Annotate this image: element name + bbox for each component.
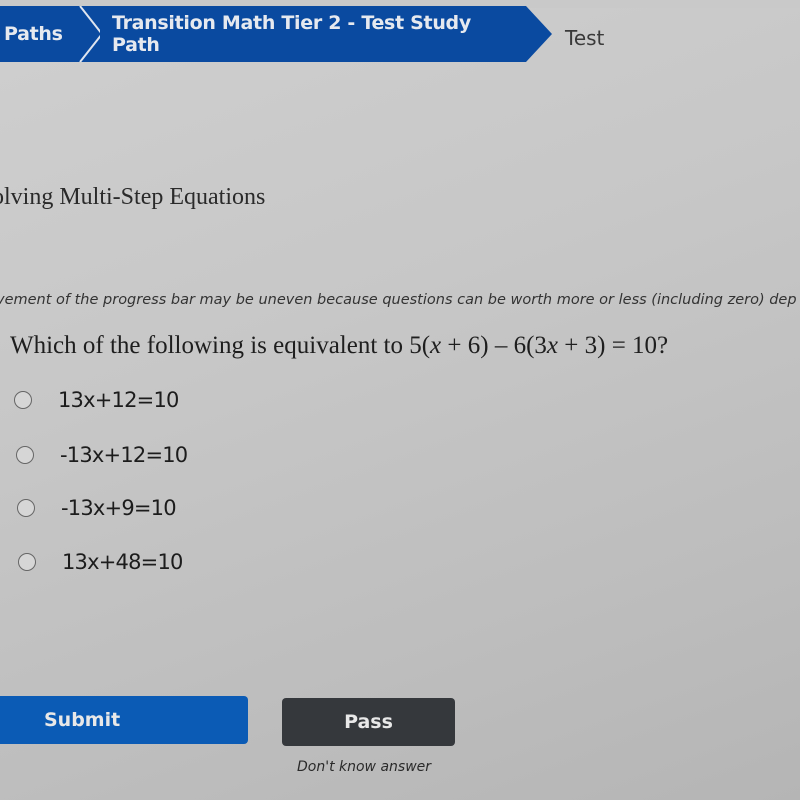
module-title: olving Multi-Step Equations: [0, 184, 266, 210]
answer-option-label: 13x+12=10: [58, 388, 179, 412]
answer-option[interactable]: -13x+9=10: [17, 488, 177, 528]
pass-hint: Don't know answer: [297, 759, 432, 775]
radio-button[interactable]: [16, 446, 34, 464]
answer-option-label: 13x+48=10: [62, 550, 183, 574]
submit-button[interactable]: Submit: [0, 696, 248, 744]
breadcrumb-study-path-label: Transition Math Tier 2 - Test Study Path: [112, 12, 471, 56]
breadcrumb-paths-label: Paths: [4, 23, 63, 45]
answer-option[interactable]: 13x+48=10: [18, 542, 183, 582]
progress-note: vement of the progress bar may be uneven…: [0, 292, 797, 308]
equation-variable: x: [546, 332, 559, 359]
radio-button[interactable]: [14, 391, 32, 409]
radio-button[interactable]: [17, 499, 35, 517]
answer-option-label: -13x+12=10: [60, 443, 188, 467]
equation-part: + 6) – 6(3: [441, 332, 547, 359]
breadcrumb-current-test: Test: [565, 26, 605, 50]
pass-button[interactable]: Pass: [282, 698, 455, 746]
question-equation: 5(x + 6) – 6(3x + 3) = 10?: [409, 332, 668, 359]
answer-option[interactable]: -13x+12=10: [16, 435, 188, 475]
equation-variable: x: [430, 332, 442, 359]
radio-button[interactable]: [18, 553, 36, 571]
answer-option[interactable]: 13x+12=10: [14, 380, 179, 420]
breadcrumb-arrow-icon: [518, 6, 552, 62]
equation-part: 5(: [409, 332, 431, 359]
breadcrumb-study-path[interactable]: Transition Math Tier 2 - Test Study Path: [100, 6, 520, 62]
equation-part: + 3) = 10?: [558, 332, 669, 359]
question-text: Which of the following is equivalent to …: [10, 332, 668, 360]
answer-option-label: -13x+9=10: [61, 496, 177, 520]
question-prefix: Which of the following is equivalent to: [10, 332, 410, 359]
